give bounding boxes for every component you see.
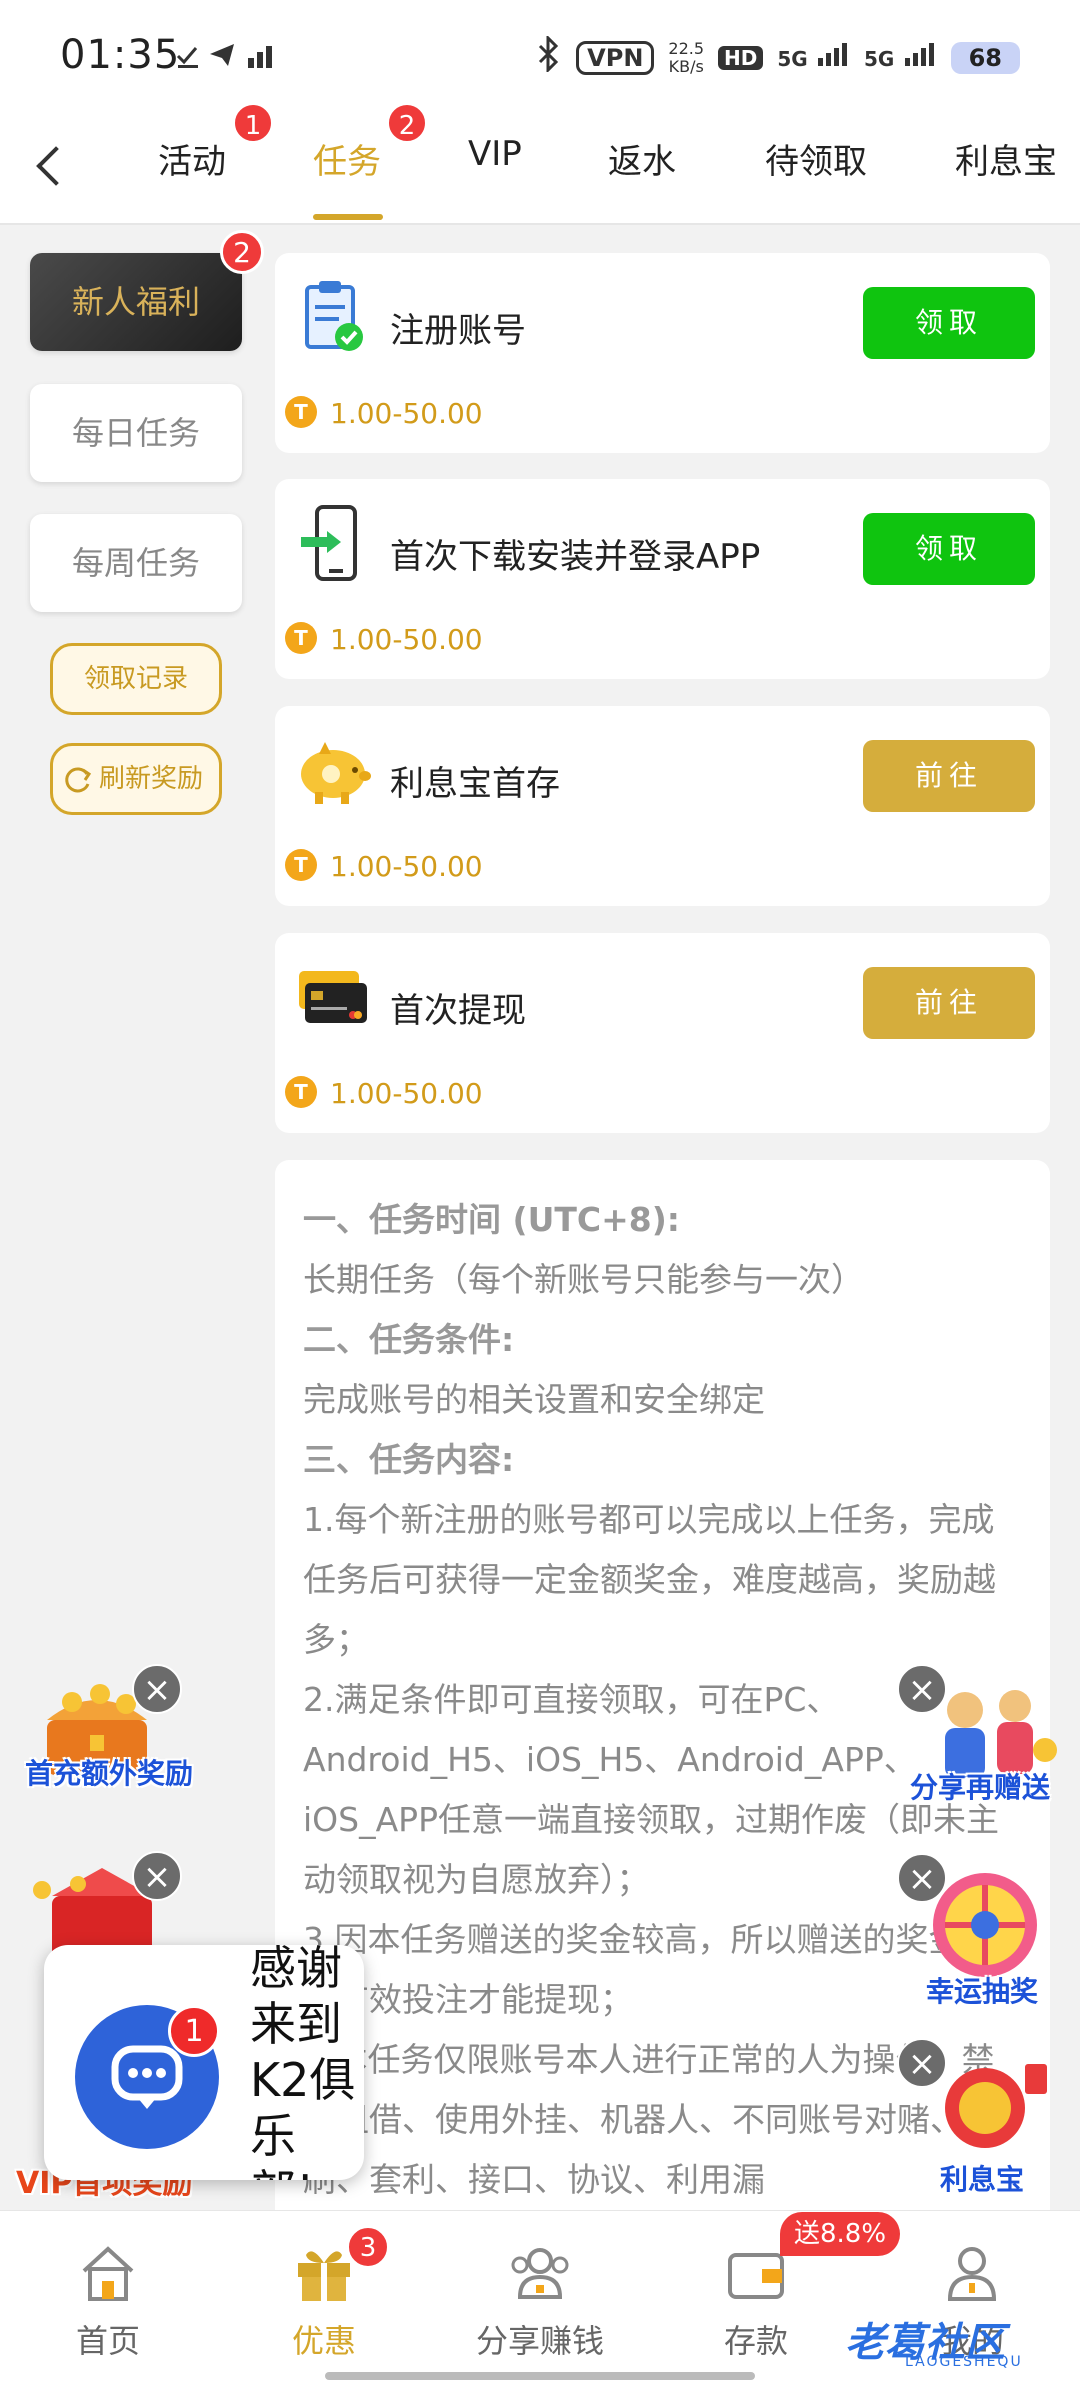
coin-icon: T [285,1076,317,1108]
interest-label: 利息宝 [940,2163,1025,2196]
refresh-rewards-label: 刷新奖励 [98,764,203,794]
tab-vip[interactable]: VIP [468,134,522,174]
task-card: 首次提现 前往 T 1.00-50.00 [275,933,1050,1133]
rules-heading: 二、任务条件: [303,1320,515,1359]
close-icon[interactable]: × [132,1851,182,1901]
task-reward: 1.00-50.00 [330,1077,483,1110]
first-deposit-label: 首充额外奖励 [25,1757,194,1790]
refresh-icon [63,750,93,831]
status-time: 01:35 [60,32,181,78]
rules-text: 完成账号的相关设置和安全绑定 [303,1380,765,1419]
sidebar-newbie-badge: 2 [220,230,264,274]
home-icon [76,2241,140,2305]
tab-pending[interactable]: 待领取 [765,134,867,183]
lucky-draw-label: 幸运抽奖 [926,1975,1039,2008]
task-title: 利息宝首存 [390,764,560,804]
piggy-bank-icon [293,730,373,810]
rules-heading: 三、任务内容: [303,1440,515,1479]
sidebar-item-weekly[interactable]: 每周任务 [30,514,242,612]
status-right: VPN 22.5 KB/s HD 5G 5G 68 [536,34,1020,79]
refresh-rewards-button[interactable]: 刷新奖励 [50,743,222,815]
notification-icons [176,40,286,77]
signal-5g-icon-2: 5G [864,42,937,73]
coin-icon: T [285,849,317,881]
profile-icon [940,2241,1004,2305]
bottom-nav-label: 存款 [723,2322,788,2360]
task-title: 注册账号 [390,311,526,351]
task-card: 利息宝首存 前往 T 1.00-50.00 [275,706,1050,906]
home-indicator[interactable] [325,2372,755,2380]
rules-text: 长期任务（每个新账号只能参与一次） [303,1260,864,1299]
close-icon[interactable]: × [897,2038,947,2088]
back-chevron-icon[interactable] [30,140,70,190]
tab-activity-badge: 1 [232,102,274,144]
tab-tasks-badge: 2 [386,102,428,144]
promotions-badge: 3 [346,2225,390,2269]
active-tab-indicator [313,214,383,220]
bottom-nav-promotions[interactable]: 3 优惠 [216,2211,432,2388]
sidebar-item-daily[interactable]: 每日任务 [30,384,242,482]
sidebar-item-newbie[interactable]: 新人福利 [30,253,242,351]
claim-button[interactable]: 领取 [863,513,1035,585]
go-button[interactable]: 前往 [863,967,1035,1039]
close-icon[interactable]: × [132,1664,182,1714]
coin-icon: T [285,396,317,428]
tab-tasks[interactable]: 任务 [313,134,381,183]
rules-heading: 一、任务时间 (UTC+8): [303,1200,680,1239]
task-title: 首次提现 [390,991,526,1031]
bottom-nav-label: 首页 [75,2322,140,2360]
claim-records-button[interactable]: 领取记录 [50,643,222,715]
hd-icon: HD [718,45,764,70]
bottom-nav-share[interactable]: 分享赚钱 [432,2211,648,2388]
tab-interest[interactable]: 利息宝 [955,134,1057,183]
close-icon[interactable]: × [897,1664,947,1714]
task-reward: 1.00-50.00 [330,623,483,656]
rules-text: 1.每个新注册的账号都可以完成以上任务，完成任务后可获得一定金额奖金，难度越高，… [303,1500,996,1659]
battery-indicator: 68 [950,41,1020,74]
bottom-nav-home[interactable]: 首页 [0,2211,216,2388]
claim-button[interactable]: 领取 [863,287,1035,359]
task-card: 首次下载安装并登录APP 领取 T 1.00-50.00 [275,479,1050,679]
wallet-icon [724,2241,788,2305]
go-button[interactable]: 前往 [863,740,1035,812]
status-bar: 01:35 VPN 22.5 KB/s HD 5G 5G 68 [0,0,1080,110]
top-tab-bar: 活动 1 任务 2 VIP 返水 待领取 利息宝 [0,102,1080,225]
rules-text: 3.因本任务赠送的奖金较高，所以赠送的奖金需2倍有效投注才能提现； [303,1920,1016,2019]
task-reward: 1.00-50.00 [330,850,483,883]
share-gift-label: 分享再赠送 [910,1771,1051,1804]
vpn-icon: VPN [576,40,655,75]
task-card: 注册账号 领取 T 1.00-50.00 [275,253,1050,453]
users-icon [508,2241,572,2305]
task-title: 首次下载安装并登录APP [390,537,761,577]
bluetooth-icon [536,34,562,79]
coin-icon: T [285,622,317,654]
close-icon[interactable]: × [897,1853,947,1903]
tab-rebate[interactable]: 返水 [608,134,676,183]
net-speed: 22.5 KB/s [668,38,705,76]
bottom-nav-label: 分享赚钱 [475,2322,604,2360]
signal-5g-icon: 5G [777,42,850,73]
phone-download-icon [293,503,373,583]
chat-unread-badge: 1 [168,2005,220,2057]
tab-activity[interactable]: 活动 [158,134,226,183]
chat-message: 感谢来到K2俱乐部! Hello welc [250,1941,356,2180]
deposit-bonus-badge: 送8.8% [780,2212,901,2256]
bottom-nav-label: 优惠 [291,2322,356,2360]
clipboard-check-icon [293,277,373,357]
task-reward: 1.00-50.00 [330,397,483,430]
watermark-sub: LAOGESHEQU [905,2354,1023,2370]
credit-card-icon [293,957,373,1037]
